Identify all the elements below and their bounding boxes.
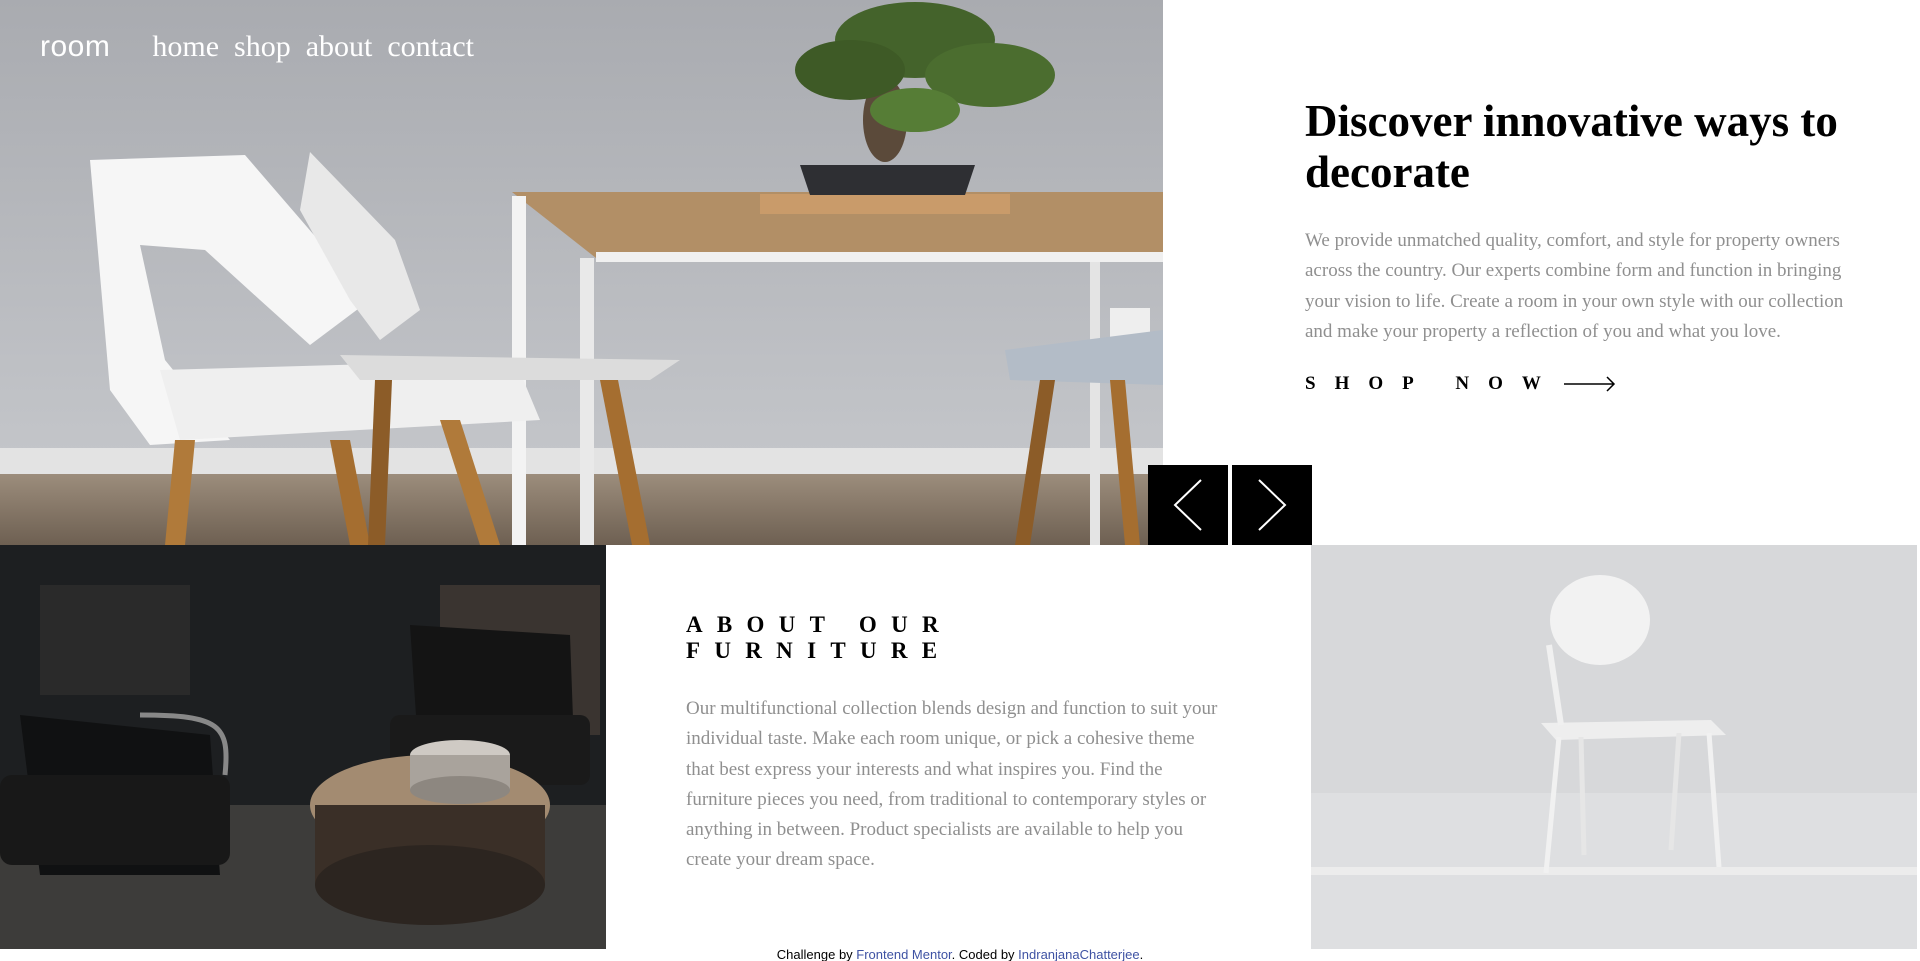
chevron-left-icon xyxy=(1173,479,1202,531)
hero-image xyxy=(0,0,1163,545)
logo[interactable]: room xyxy=(40,30,110,64)
slider-controls xyxy=(1148,465,1312,545)
nav-link-shop[interactable]: shop xyxy=(234,30,291,64)
main-nav: room home shop about contact xyxy=(40,30,474,64)
about-section: ABOUT OUR FURNITURE Our multifunctional … xyxy=(686,612,1226,876)
arrow-right-icon xyxy=(1563,376,1615,392)
footer-middle: . Coded by xyxy=(951,947,1019,961)
hero-title: Discover innovative ways to decorate xyxy=(1305,96,1838,197)
footer-link-frontend-mentor[interactable]: Frontend Mentor xyxy=(856,947,951,961)
footer: Challenge by Frontend Mentor. Coded by I… xyxy=(0,947,1920,961)
nav-link-home[interactable]: home xyxy=(152,30,219,64)
dark-furniture-image xyxy=(0,545,606,949)
about-title: ABOUT OUR FURNITURE xyxy=(686,612,953,663)
nav-link-contact[interactable]: contact xyxy=(387,30,474,64)
nav-links: home shop about contact xyxy=(152,30,474,64)
shop-now-label: SHOP NOW xyxy=(1305,373,1560,395)
footer-prefix: Challenge by xyxy=(776,947,857,961)
about-description: Our multifunctional collection blends de… xyxy=(686,698,1218,871)
slider-prev-button[interactable] xyxy=(1148,465,1228,545)
shop-now-button[interactable]: SHOP NOW xyxy=(1305,373,1845,395)
slider-next-button[interactable] xyxy=(1232,465,1312,545)
footer-suffix: . xyxy=(1139,947,1144,961)
hero-description: We provide unmatched quality, comfort, a… xyxy=(1305,230,1844,342)
nav-link-about[interactable]: about xyxy=(306,30,373,64)
hero-section: Discover innovative ways to decorate We … xyxy=(1305,96,1845,395)
chevron-right-icon xyxy=(1258,479,1287,531)
light-chair-image xyxy=(1311,545,1917,949)
footer-link-author[interactable]: IndranjanaChatterjee xyxy=(1018,947,1139,961)
